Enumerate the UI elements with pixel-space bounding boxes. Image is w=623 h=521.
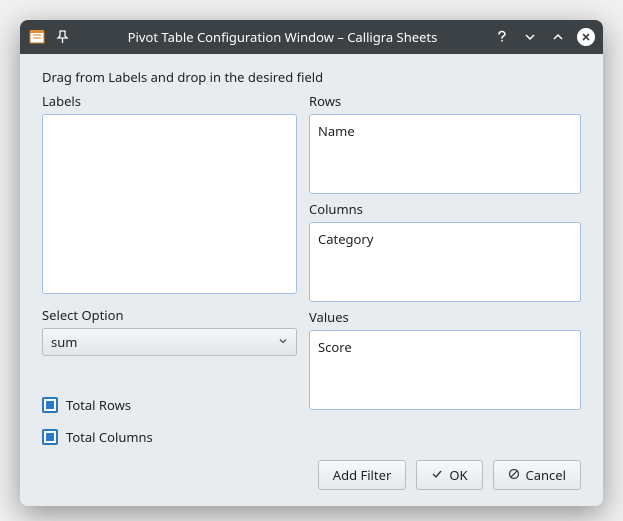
add-filter-label: Add Filter: [333, 466, 392, 484]
select-option-label: Select Option: [42, 306, 297, 324]
total-columns-label: Total Columns: [66, 428, 153, 446]
list-item[interactable]: Name: [318, 121, 572, 142]
add-filter-button[interactable]: Add Filter: [318, 460, 407, 490]
maximize-icon[interactable]: [549, 28, 567, 46]
ok-button[interactable]: OK: [416, 460, 482, 490]
pin-icon[interactable]: [54, 28, 72, 46]
rows-label: Rows: [309, 92, 581, 110]
total-columns-checkbox[interactable]: [42, 429, 58, 445]
values-label: Values: [309, 308, 581, 326]
close-icon[interactable]: [577, 28, 595, 46]
check-icon: [431, 466, 443, 484]
dialog-content: Drag from Labels and drop in the desired…: [20, 54, 603, 506]
labels-label: Labels: [42, 92, 297, 110]
total-rows-label: Total Rows: [66, 396, 131, 414]
values-listbox[interactable]: Score: [309, 330, 581, 410]
window-title: Pivot Table Configuration Window – Calli…: [72, 28, 493, 46]
total-rows-checkbox[interactable]: [42, 397, 58, 413]
dialog-window: Pivot Table Configuration Window – Calli…: [20, 20, 603, 506]
columns-label: Columns: [309, 200, 581, 218]
ok-label: OK: [449, 466, 467, 484]
titlebar[interactable]: Pivot Table Configuration Window – Calli…: [20, 20, 603, 54]
instruction-text: Drag from Labels and drop in the desired…: [42, 68, 581, 86]
columns-listbox[interactable]: Category: [309, 222, 581, 302]
labels-listbox[interactable]: [42, 114, 297, 294]
cancel-icon: [508, 466, 520, 484]
help-icon[interactable]: [493, 28, 511, 46]
cancel-label: Cancel: [526, 466, 566, 484]
list-item[interactable]: Category: [318, 229, 572, 250]
app-icon: [28, 28, 46, 46]
rows-listbox[interactable]: Name: [309, 114, 581, 194]
list-item[interactable]: Score: [318, 337, 572, 358]
cancel-button[interactable]: Cancel: [493, 460, 581, 490]
select-option-value: sum: [51, 333, 77, 351]
minimize-icon[interactable]: [521, 28, 539, 46]
select-option-dropdown[interactable]: sum: [42, 328, 297, 356]
